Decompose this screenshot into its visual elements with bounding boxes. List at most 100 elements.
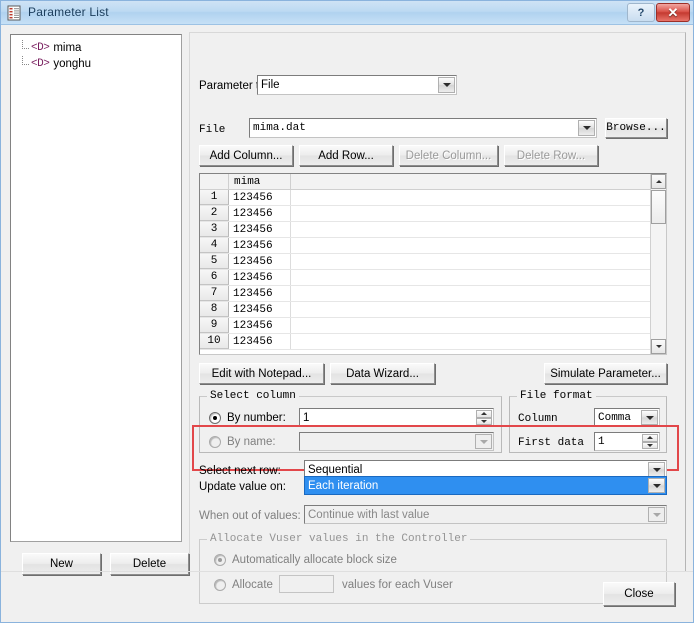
table-row[interactable]: 7 123456 xyxy=(200,286,650,302)
grid-vertical-scrollbar[interactable] xyxy=(650,174,666,354)
table-cell-filler xyxy=(291,206,650,221)
when-out-of-values-combo: Continue with last value xyxy=(304,505,667,524)
table-cell-filler xyxy=(291,286,650,301)
table-cell[interactable]: 123456 xyxy=(229,190,291,205)
row-number[interactable]: 2 xyxy=(200,206,229,221)
file-combo[interactable]: mima.dat xyxy=(249,118,597,138)
row-number[interactable]: 3 xyxy=(200,222,229,237)
table-cell-filler xyxy=(291,238,650,253)
add-column-button[interactable]: Add Column... xyxy=(199,145,293,166)
row-number[interactable]: 6 xyxy=(200,270,229,285)
parameter-detail-panel: Parameter type: File File mima.dat Brows… xyxy=(189,32,686,604)
table-cell-filler xyxy=(291,318,650,333)
row-number[interactable]: 9 xyxy=(200,318,229,333)
parameter-tree-panel[interactable]: <D> mima <D> yonghu xyxy=(10,34,182,542)
table-cell[interactable]: 123456 xyxy=(229,222,291,237)
first-data-value: 1 xyxy=(598,435,605,448)
scrollbar-thumb[interactable] xyxy=(651,190,666,224)
column-separator-combo[interactable]: Comma xyxy=(594,408,660,427)
row-number[interactable]: 10 xyxy=(200,334,229,349)
table-row[interactable]: 10 123456 xyxy=(200,334,650,350)
chevron-down-icon[interactable] xyxy=(438,77,455,93)
row-number[interactable]: 8 xyxy=(200,302,229,317)
table-cell[interactable]: 123456 xyxy=(229,302,291,317)
grid-column-header[interactable]: mima xyxy=(229,174,291,189)
grid-body: 1 123456 2 123456 3 123456 4 123456 5 123456 6 1234… xyxy=(200,190,650,354)
row-number[interactable]: 1 xyxy=(200,190,229,205)
radio-dot-icon xyxy=(213,416,217,420)
tree-elbow-icon xyxy=(17,40,31,56)
select-column-group-title: Select column xyxy=(207,390,299,402)
first-data-label: First data xyxy=(518,437,585,449)
row-number[interactable]: 4 xyxy=(200,238,229,253)
scroll-down-icon[interactable] xyxy=(651,339,666,354)
select-next-row-value: Sequential xyxy=(308,463,363,476)
grid-header-filler xyxy=(291,174,666,189)
by-number-input[interactable]: 1 xyxy=(299,408,494,427)
table-cell-filler xyxy=(291,334,650,349)
spinner-up-icon[interactable] xyxy=(642,434,658,442)
scroll-up-icon[interactable] xyxy=(651,174,666,189)
chevron-down-icon[interactable] xyxy=(641,410,658,425)
add-row-button[interactable]: Add Row... xyxy=(299,145,393,166)
table-cell[interactable]: 123456 xyxy=(229,334,291,349)
table-row[interactable]: 8 123456 xyxy=(200,302,650,318)
update-value-on-value: Each iteration xyxy=(308,479,379,492)
table-row[interactable]: 9 123456 xyxy=(200,318,650,334)
tree-item-mima[interactable]: <D> mima xyxy=(17,40,181,56)
delete-row-button: Delete Row... xyxy=(504,145,598,166)
first-data-input[interactable]: 1 xyxy=(594,432,660,451)
edit-with-notepad-button[interactable]: Edit with Notepad... xyxy=(199,363,324,384)
by-number-radio[interactable] xyxy=(209,412,221,424)
chevron-down-icon[interactable] xyxy=(648,462,665,477)
parameter-list-icon xyxy=(7,5,21,21)
spinner-down-icon[interactable] xyxy=(476,417,492,425)
table-row[interactable]: 1 123456 xyxy=(200,190,650,206)
grid-header-row: mima xyxy=(200,174,666,190)
table-cell-filler xyxy=(291,222,650,237)
tree-item-yonghu[interactable]: <D> yonghu xyxy=(17,56,181,72)
file-label: File xyxy=(199,124,226,136)
parameter-data-grid[interactable]: mima 1 123456 2 123456 3 123456 4 123456 5 123456… xyxy=(199,173,667,355)
table-row[interactable]: 2 123456 xyxy=(200,206,650,222)
by-number-spinner[interactable] xyxy=(476,410,492,425)
table-cell-filler xyxy=(291,270,650,285)
table-cell[interactable]: 123456 xyxy=(229,318,291,333)
window-close-button[interactable]: ✕ xyxy=(656,3,690,22)
first-data-spinner[interactable] xyxy=(642,434,658,449)
radio-dot-icon xyxy=(218,558,222,562)
table-cell[interactable]: 123456 xyxy=(229,254,291,269)
parameter-type-combo[interactable]: File xyxy=(257,75,457,95)
delete-column-button: Delete Column... xyxy=(399,145,498,166)
table-row[interactable]: 3 123456 xyxy=(200,222,650,238)
table-cell-filler xyxy=(291,190,650,205)
table-row[interactable]: 4 123456 xyxy=(200,238,650,254)
manual-allocate-label: Allocate xyxy=(232,579,273,591)
title-bar: Parameter List ? ✕ xyxy=(1,1,693,25)
spinner-down-icon[interactable] xyxy=(642,441,658,449)
help-button[interactable]: ? xyxy=(627,3,655,22)
by-name-combo xyxy=(299,432,494,451)
update-value-on-label: Update value on: xyxy=(199,481,286,493)
chevron-down-icon[interactable] xyxy=(578,120,595,136)
by-name-label: By name: xyxy=(227,436,276,448)
table-row[interactable]: 6 123456 xyxy=(200,270,650,286)
select-next-row-label: Select next row: xyxy=(199,465,281,477)
by-name-radio[interactable] xyxy=(209,436,221,448)
data-wizard-button[interactable]: Data Wizard... xyxy=(330,363,435,384)
row-number[interactable]: 7 xyxy=(200,286,229,301)
close-dialog-button[interactable]: Close xyxy=(603,582,675,606)
chevron-down-icon[interactable] xyxy=(648,478,665,493)
table-cell[interactable]: 123456 xyxy=(229,238,291,253)
table-cell[interactable]: 123456 xyxy=(229,270,291,285)
table-cell[interactable]: 123456 xyxy=(229,206,291,221)
close-icon: ✕ xyxy=(667,4,679,20)
update-value-on-combo[interactable]: Each iteration xyxy=(304,476,667,495)
table-row[interactable]: 5 123456 xyxy=(200,254,650,270)
table-cell[interactable]: 123456 xyxy=(229,286,291,301)
by-number-label: By number: xyxy=(227,412,286,424)
row-number[interactable]: 5 xyxy=(200,254,229,269)
browse-button[interactable]: Browse... xyxy=(605,118,667,138)
simulate-parameter-button[interactable]: Simulate Parameter... xyxy=(544,363,667,384)
spinner-up-icon[interactable] xyxy=(476,410,492,418)
